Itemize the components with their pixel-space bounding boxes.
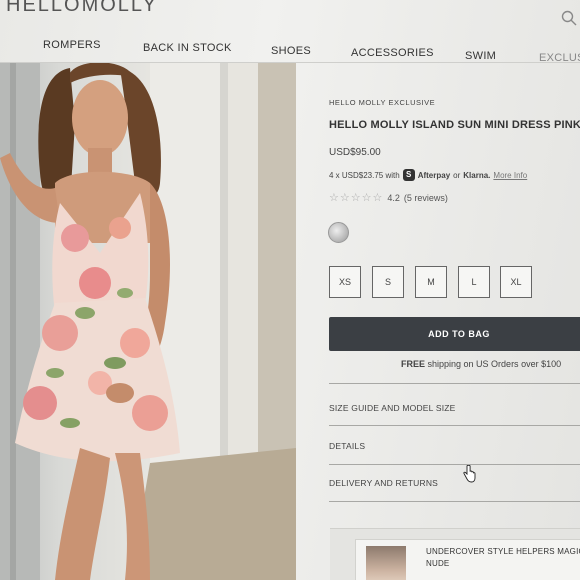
klarna-label: Klarna.	[463, 170, 491, 180]
review-count[interactable]: (5 reviews)	[404, 193, 448, 203]
size-option-xl[interactable]: XL	[500, 266, 532, 298]
size-option-m[interactable]: M	[415, 266, 447, 298]
shipping-notice: FREE shipping on US Orders over $100	[401, 359, 561, 369]
nav-item-back-in-stock[interactable]: BACK IN STOCK	[143, 42, 232, 54]
or-label: or	[453, 170, 461, 180]
product-rating[interactable]: ☆☆☆☆☆ 4.2 (5 reviews)	[329, 191, 448, 204]
nav-item-shoes[interactable]: SHOES	[271, 45, 311, 57]
site-logo[interactable]: HELLOMOLLY	[6, 0, 158, 17]
search-icon[interactable]	[561, 10, 577, 26]
rating-value: 4.2	[387, 192, 400, 203]
related-product-title[interactable]: UNDERCOVER STYLE HELPERS MAGIC NUDE	[426, 546, 580, 570]
related-product-card[interactable]: UNDERCOVER STYLE HELPERS MAGIC NUDE	[355, 539, 580, 580]
brand-label: HELLO MOLLY EXCLUSIVE	[329, 98, 436, 107]
divider	[329, 383, 580, 384]
afterpay-icon: S	[402, 169, 415, 181]
divider	[329, 425, 580, 426]
related-product-thumbnail	[366, 546, 406, 580]
divider	[329, 501, 580, 502]
color-swatch[interactable]	[328, 222, 349, 243]
shipping-free-label: FREE	[401, 359, 426, 369]
star-rating-icon: ☆☆☆☆☆	[329, 192, 384, 204]
main-nav: ROMPERS BACK IN STOCK SHOES ACCESSORIES …	[0, 36, 580, 64]
more-info-link[interactable]: More Info	[493, 171, 527, 180]
accordion-delivery-returns[interactable]: DELIVERY AND RETURNS	[329, 478, 580, 488]
product-title: HELLO MOLLY ISLAND SUN MINI DRESS PINK	[329, 119, 580, 131]
hand-cursor-icon	[463, 465, 476, 483]
product-image[interactable]	[0, 63, 296, 580]
size-option-xs[interactable]: XS	[329, 266, 361, 298]
installment-info: 4 x USD$23.75 with S Afterpay or Klarna.…	[329, 169, 527, 181]
nav-item-rompers[interactable]: ROMPERS	[43, 39, 101, 51]
size-selector: XS S M L XL	[329, 266, 579, 298]
accordion-details[interactable]: DETAILS	[329, 441, 580, 451]
product-price: USD$95.00	[329, 147, 381, 158]
model-photo	[0, 63, 296, 580]
afterpay-label: Afterpay	[417, 170, 451, 180]
add-to-bag-button[interactable]: ADD TO BAG	[329, 317, 580, 351]
size-option-s[interactable]: S	[372, 266, 404, 298]
related-product-section: UNDERCOVER STYLE HELPERS MAGIC NUDE	[330, 528, 580, 580]
nav-item-accessories[interactable]: ACCESSORIES	[351, 47, 434, 59]
divider	[329, 464, 580, 465]
accordion-size-guide[interactable]: SIZE GUIDE AND MODEL SIZE	[329, 403, 580, 413]
browser-screen: HELLOMOLLY ROMPERS BACK IN STOCK SHOES A…	[0, 0, 580, 580]
installment-prefix: 4 x USD$23.75 with	[329, 170, 400, 180]
nav-item-swim[interactable]: SWIM	[465, 50, 496, 62]
size-option-l[interactable]: L	[458, 266, 490, 298]
product-details: HELLO MOLLY EXCLUSIVE HELLO MOLLY ISLAND…	[320, 63, 580, 580]
shipping-text: shipping on US Orders over $100	[425, 359, 562, 369]
